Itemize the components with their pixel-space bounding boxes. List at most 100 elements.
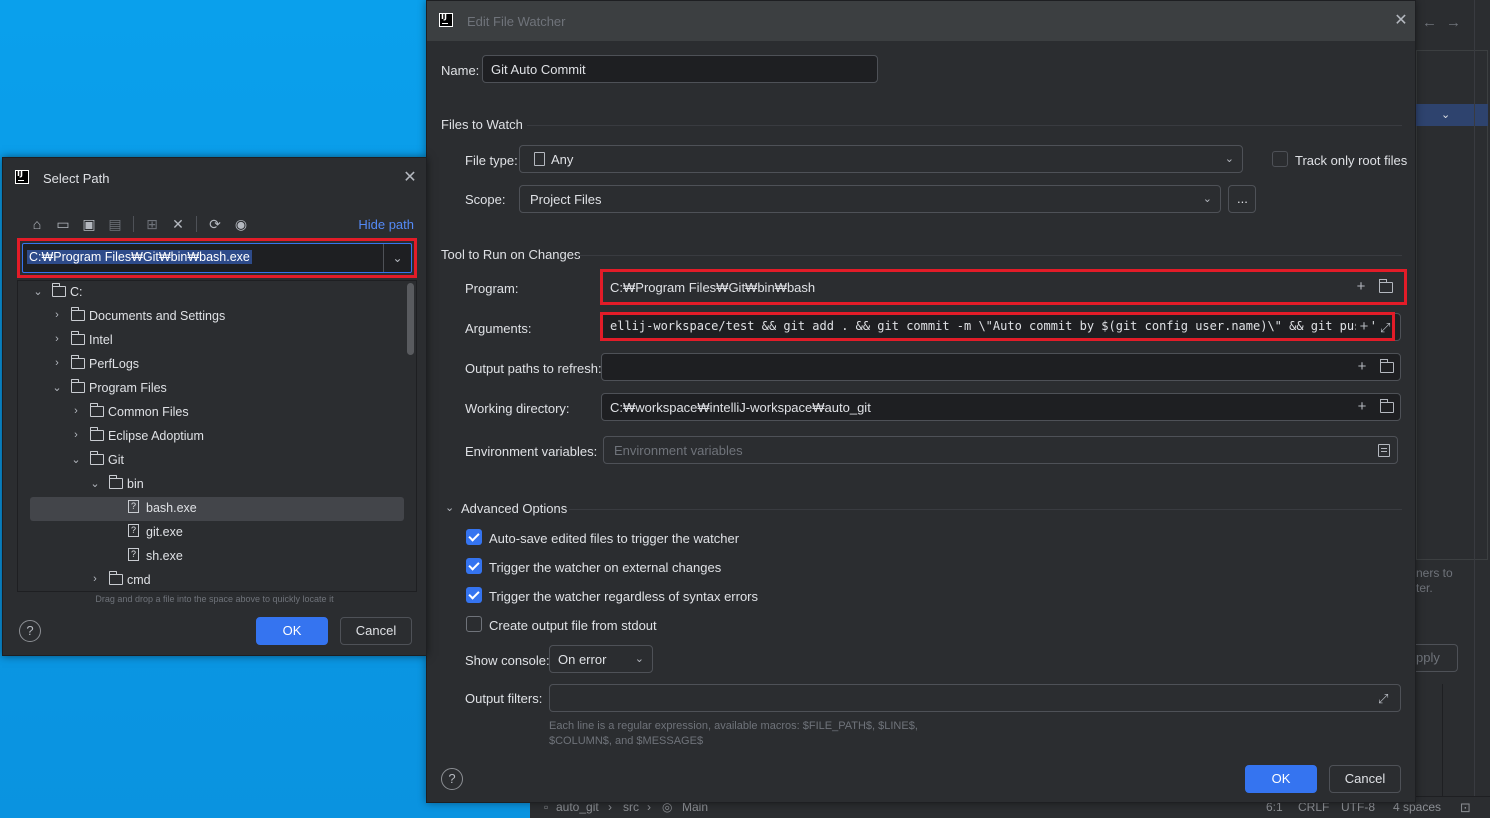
chevron-right-icon: ›: [74, 405, 78, 417]
folder-icon: [90, 427, 104, 441]
name-input[interactable]: Git Auto Commit: [482, 55, 878, 83]
advanced-options-toggle[interactable]: Advanced Options: [461, 501, 567, 516]
ok-button[interactable]: OK: [1245, 765, 1317, 793]
filters-hint: Each line is a regular expression, avail…: [549, 720, 918, 732]
delete-icon[interactable]: ✕: [168, 214, 188, 234]
cancel-button[interactable]: Cancel: [1329, 765, 1401, 793]
stdout-output-checkbox[interactable]: [466, 616, 482, 632]
output-paths-input[interactable]: +: [601, 353, 1401, 381]
dialog-title: Edit File Watcher: [467, 14, 566, 29]
background-divider: [1474, 0, 1475, 796]
project-folder-icon[interactable]: ▣: [79, 214, 99, 234]
close-icon[interactable]: ✕: [1393, 13, 1409, 29]
tree-item-selected[interactable]: ? bash.exe: [30, 497, 404, 521]
back-arrow-icon[interactable]: ←: [1422, 14, 1437, 31]
tree-item[interactable]: ⌄ C:: [18, 281, 406, 305]
tree-item[interactable]: ? sh.exe: [18, 545, 406, 569]
chevron-down-icon[interactable]: ⌄: [445, 501, 454, 514]
plus-icon[interactable]: +: [1354, 359, 1370, 375]
name-label: Name:: [441, 63, 480, 78]
close-icon[interactable]: ✕: [402, 170, 418, 186]
background-settings-panel: [1416, 50, 1488, 560]
lock-icon[interactable]: ⊡: [1460, 800, 1471, 816]
background-text: ners to: [1416, 566, 1453, 580]
select-path-dialog: Select Path ✕ ⌂ ▭ ▣ ▤ ⊞ ✕ ⟳ ◉ Hide path …: [2, 157, 427, 656]
file-type-label: File type:: [465, 153, 518, 168]
chevron-right-icon: ›: [55, 309, 59, 321]
chevron-down-icon: ⌄: [52, 382, 62, 394]
chevron-down-icon: ⌄: [1224, 153, 1234, 165]
drag-drop-hint: Drag and drop a file into the space abov…: [95, 594, 334, 604]
chevron-right-icon: ›: [55, 357, 59, 369]
scope-dropdown[interactable]: Project Files ⌄: [519, 185, 1221, 213]
tree-item[interactable]: › Common Files: [18, 401, 406, 425]
track-root-files-checkbox[interactable]: [1272, 151, 1288, 167]
chevron-down-icon: ⌄: [71, 454, 81, 466]
tree-item[interactable]: › Intel: [18, 329, 406, 353]
expand-icon[interactable]: ⤢: [1378, 691, 1388, 707]
tree-item[interactable]: › Documents and Settings: [18, 305, 406, 329]
scope-label: Scope:: [465, 192, 506, 207]
path-input[interactable]: C:₩Program Files₩Git₩bin₩bash.exe ⌄: [22, 243, 412, 273]
working-directory-input[interactable]: C:₩workspace₩intelliJ-workspace₩auto_git…: [601, 393, 1401, 421]
plus-icon[interactable]: +: [1354, 399, 1370, 415]
cancel-button[interactable]: Cancel: [340, 617, 412, 645]
desktop-icon[interactable]: ▭: [53, 214, 73, 234]
scope-more-button[interactable]: ...: [1228, 185, 1256, 213]
folder-link-icon: [71, 307, 85, 321]
tree-item[interactable]: › PerfLogs: [18, 353, 406, 377]
external-changes-label: Trigger the watcher on external changes: [489, 560, 722, 575]
hide-path-link[interactable]: Hide path: [358, 217, 414, 232]
folder-icon: [90, 451, 104, 465]
syntax-errors-checkbox[interactable]: [466, 587, 482, 603]
title-bar: Select Path ✕: [3, 158, 426, 198]
unknown-file-icon: ?: [128, 548, 139, 561]
tree-item[interactable]: ⌄ Git: [18, 449, 406, 473]
file-icon: [534, 152, 545, 166]
tree-item[interactable]: ? git.exe: [18, 521, 406, 545]
intellij-logo-icon: [439, 12, 453, 27]
help-icon[interactable]: ?: [441, 768, 463, 790]
chevron-down-icon: ⌄: [1441, 109, 1451, 121]
tree-item[interactable]: › cmd: [18, 569, 406, 591]
chevron-down-icon: ⌄: [1202, 193, 1212, 205]
show-console-dropdown[interactable]: On error ⌄: [549, 645, 653, 673]
ok-button[interactable]: OK: [256, 617, 328, 645]
toolbar-separator: [133, 216, 134, 232]
help-icon[interactable]: ?: [19, 620, 41, 642]
working-directory-label: Working directory:: [465, 401, 570, 416]
tree-scrollbar[interactable]: [407, 283, 414, 355]
tree-item[interactable]: ⌄ bin: [18, 473, 406, 497]
forward-arrow-icon[interactable]: →: [1446, 14, 1461, 31]
program-label: Program:: [465, 281, 519, 296]
file-chooser-toolbar: ⌂ ▭ ▣ ▤ ⊞ ✕ ⟳ ◉: [27, 214, 251, 234]
tree-item[interactable]: ⌄ Program Files: [18, 377, 406, 401]
edit-list-icon[interactable]: [1378, 444, 1390, 457]
chevron-right-icon: ›: [74, 429, 78, 441]
chevron-down-icon: ⌄: [90, 478, 100, 490]
refresh-icon[interactable]: ⟳: [205, 214, 225, 234]
apply-button[interactable]: pply: [1416, 644, 1458, 672]
track-root-files-label: Track only root files: [1295, 153, 1408, 168]
auto-save-checkbox[interactable]: [466, 529, 482, 545]
show-console-label: Show console:: [465, 653, 550, 668]
file-type-dropdown[interactable]: Any ⌄: [519, 145, 1243, 173]
arguments-highlight-box: [600, 312, 1395, 341]
unknown-file-icon: ?: [128, 500, 139, 513]
folder-icon[interactable]: [1380, 359, 1394, 373]
new-folder-icon[interactable]: ⊞: [142, 214, 162, 234]
module-folder-icon[interactable]: ▤: [105, 214, 125, 234]
folder-icon[interactable]: [1380, 399, 1394, 413]
environment-variables-label: Environment variables:: [465, 444, 598, 459]
external-changes-checkbox[interactable]: [466, 558, 482, 574]
tree-item[interactable]: › Eclipse Adoptium: [18, 425, 406, 449]
output-filters-input[interactable]: ⤢: [549, 684, 1401, 712]
folder-icon: [109, 475, 123, 489]
environment-variables-input[interactable]: Environment variables: [603, 436, 1398, 464]
show-hidden-icon[interactable]: ◉: [231, 214, 251, 234]
stdout-output-label: Create output file from stdout: [489, 618, 657, 633]
chevron-down-icon[interactable]: ⌄: [383, 244, 411, 272]
edit-file-watcher-dialog: Edit File Watcher ✕ Name: Git Auto Commi…: [426, 0, 1416, 803]
program-highlight-box: [600, 269, 1407, 305]
home-icon[interactable]: ⌂: [27, 214, 47, 234]
